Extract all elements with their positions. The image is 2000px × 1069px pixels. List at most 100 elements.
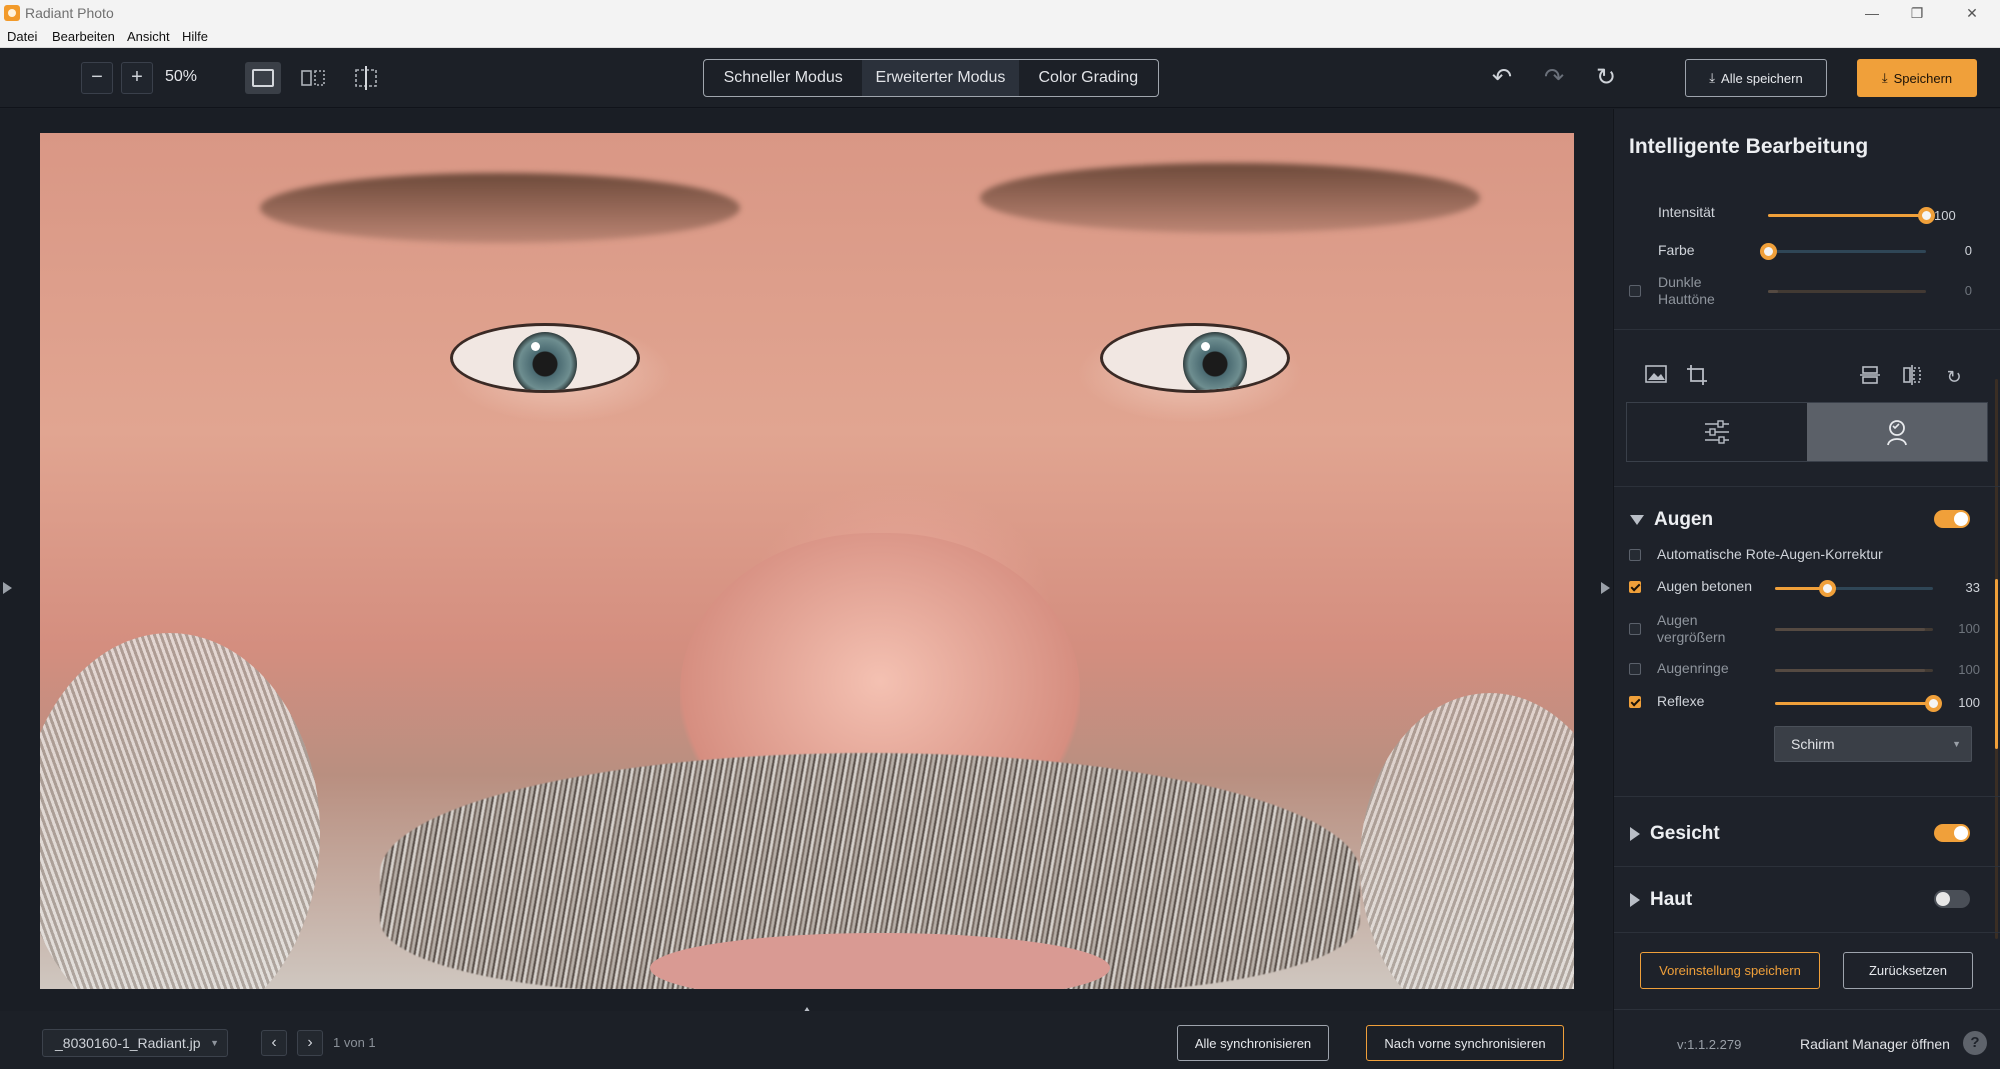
restore-icon[interactable]: ❐: [1902, 3, 1932, 23]
rotate-icon[interactable]: ↻: [1941, 364, 1967, 390]
close-icon[interactable]: ✕: [1957, 3, 1987, 23]
zoom-out-button[interactable]: −: [81, 62, 113, 94]
skin-toggle[interactable]: [1934, 890, 1970, 908]
radiant-logo-icon: [4, 5, 20, 21]
portrait-photo[interactable]: [40, 133, 1574, 989]
menu-datei[interactable]: Datei: [7, 29, 37, 44]
save-preset-button[interactable]: Voreinstellung speichern: [1640, 952, 1820, 989]
tab-advanced-mode[interactable]: Erweiterter Modus: [862, 60, 1019, 96]
divider: [1614, 932, 2000, 933]
menu-bearbeiten[interactable]: Bearbeiten: [52, 29, 115, 44]
section-eyes-header[interactable]: Augen: [1630, 509, 1713, 531]
image-canvas[interactable]: [0, 109, 1612, 1011]
photo-detail: [1100, 323, 1290, 393]
reset-button[interactable]: Zurücksetzen: [1843, 952, 1973, 989]
eye-rings-value: 100: [1958, 662, 1980, 677]
enhance-eyes-slider[interactable]: [1775, 580, 1933, 597]
next-image-button[interactable]: ›: [297, 1030, 323, 1056]
intensity-slider-knob[interactable]: [1918, 207, 1935, 224]
red-eye-checkbox[interactable]: [1629, 549, 1641, 561]
crop-icon[interactable]: [1684, 364, 1710, 390]
reflex-checkbox[interactable]: [1629, 696, 1641, 708]
save-all-button[interactable]: ⤓ Alle speichern: [1685, 59, 1827, 97]
chevron-down-icon: ▼: [210, 1038, 219, 1048]
file-select[interactable]: _8030160-1_Radiant.jp ▼: [42, 1029, 228, 1057]
section-eyes-title: Augen: [1654, 509, 1714, 530]
page-count: 1 von 1: [333, 1035, 376, 1050]
reflex-value: 100: [1958, 695, 1980, 710]
sync-all-button[interactable]: Alle synchronisieren: [1177, 1025, 1329, 1061]
blend-mode-select[interactable]: Schirm ▼: [1774, 726, 1972, 762]
sync-forward-button[interactable]: Nach vorne synchronisieren: [1366, 1025, 1564, 1061]
split-view-icon[interactable]: [295, 62, 331, 94]
red-eye-label: Automatische Rote-Augen-Korrektur: [1657, 546, 1883, 562]
radiant-manager-link[interactable]: Radiant Manager öffnen: [1800, 1036, 1950, 1052]
flip-vertical-icon[interactable]: [1857, 364, 1883, 390]
color-value: 0: [1964, 243, 1972, 258]
eye-rings-checkbox[interactable]: [1629, 663, 1641, 675]
previous-image-button[interactable]: ‹: [261, 1030, 287, 1056]
tab-quick-mode[interactable]: Schneller Modus: [704, 60, 862, 96]
chevron-down-icon: [1630, 514, 1644, 525]
zoom-in-button[interactable]: +: [121, 62, 153, 94]
dark-skin-value: 0: [1964, 283, 1972, 298]
collapse-right-panel-icon[interactable]: [1601, 582, 1610, 594]
save-all-label: Alle speichern: [1721, 70, 1803, 86]
mode-switcher: Schneller Modus Erweiterter Modus Color …: [703, 59, 1159, 97]
minimize-icon[interactable]: —: [1857, 3, 1887, 23]
expand-left-panel-icon[interactable]: [3, 582, 12, 594]
dark-skin-slider[interactable]: [1768, 290, 1926, 293]
flip-horizontal-icon[interactable]: [1899, 364, 1925, 390]
compare-view-icon[interactable]: [348, 62, 384, 94]
dark-skin-label: Dunkle Hauttöne: [1658, 274, 1715, 308]
photo-detail: [450, 323, 640, 393]
intensity-value: 100: [1934, 208, 1956, 223]
sliders-icon: [1705, 420, 1729, 444]
enlarge-eyes-slider[interactable]: [1775, 628, 1933, 631]
enhance-eyes-checkbox[interactable]: [1629, 581, 1641, 593]
tab-color-grading[interactable]: Color Grading: [1019, 60, 1158, 96]
photo-detail: [40, 633, 320, 989]
download-icon: ⤓: [1881, 70, 1888, 85]
file-name: _8030160-1_Radiant.jp: [55, 1035, 201, 1051]
enhance-eyes-slider-knob[interactable]: [1819, 580, 1837, 597]
tab-portrait[interactable]: [1807, 403, 1987, 461]
enlarge-eyes-checkbox[interactable]: [1629, 623, 1641, 635]
title-bar: Radiant Photo — ❐ ✕: [0, 0, 2000, 26]
reset-rotate-icon[interactable]: ↻: [1590, 62, 1622, 94]
eye-rings-slider[interactable]: [1775, 669, 1933, 672]
image-icon[interactable]: [1643, 364, 1669, 390]
help-icon[interactable]: ?: [1963, 1031, 1987, 1055]
reflex-slider[interactable]: [1775, 695, 1942, 712]
dark-skin-label-line1: Dunkle: [1658, 274, 1702, 290]
section-skin-header[interactable]: Haut: [1630, 889, 1692, 911]
color-slider-knob[interactable]: [1760, 243, 1777, 260]
dark-skin-checkbox[interactable]: [1629, 285, 1641, 297]
intensity-label: Intensität: [1658, 204, 1715, 220]
color-slider[interactable]: [1760, 243, 1926, 260]
menu-ansicht[interactable]: Ansicht: [127, 29, 170, 44]
single-view-icon[interactable]: [245, 62, 281, 94]
eyes-toggle[interactable]: [1934, 510, 1970, 528]
scrollbar-thumb[interactable]: [1995, 579, 1998, 749]
enlarge-eyes-label-line1: Augen: [1657, 612, 1698, 628]
section-face-header[interactable]: Gesicht: [1630, 823, 1720, 845]
divider: [1614, 866, 2000, 867]
version-label: v:1.1.2.279: [1677, 1037, 1742, 1052]
color-label: Farbe: [1658, 242, 1695, 258]
face-toggle[interactable]: [1934, 824, 1970, 842]
section-face-title: Gesicht: [1650, 823, 1720, 844]
blend-mode-value: Schirm: [1791, 736, 1835, 752]
enlarge-eyes-slider-fill: [1775, 628, 1925, 631]
save-button[interactable]: ⤓ Speichern: [1857, 59, 1977, 97]
photo-detail: [260, 173, 740, 243]
dark-skin-label-line2: Hauttöne: [1658, 291, 1715, 307]
intensity-slider[interactable]: [1768, 207, 1935, 224]
redo-icon[interactable]: ↷: [1538, 62, 1570, 94]
eye-rings-slider-fill: [1775, 669, 1925, 672]
menu-hilfe[interactable]: Hilfe: [182, 29, 208, 44]
zoom-level: 50%: [165, 68, 198, 85]
tab-adjustments[interactable]: [1627, 403, 1807, 461]
undo-icon[interactable]: ↶: [1486, 62, 1518, 94]
chevron-right-icon: [1630, 892, 1640, 907]
